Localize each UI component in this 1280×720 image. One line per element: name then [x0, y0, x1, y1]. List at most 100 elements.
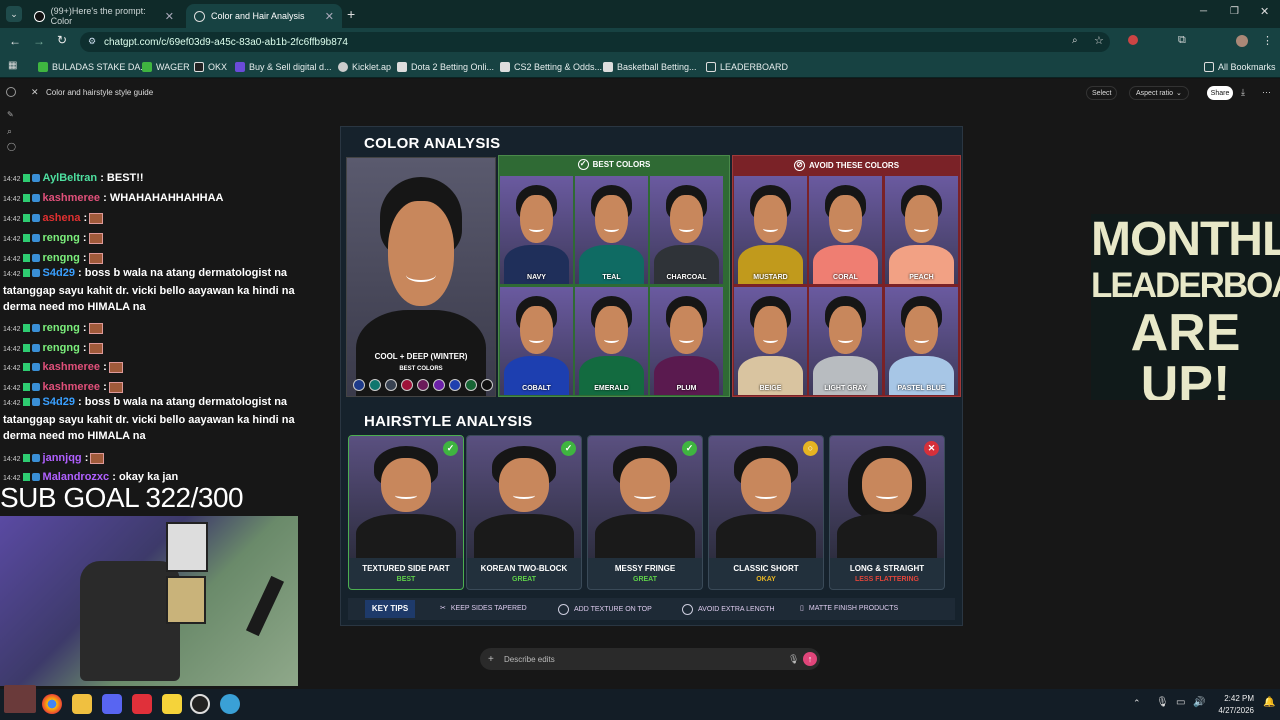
chat-username[interactable]: jannjqg — [43, 452, 82, 464]
chat-username[interactable]: kashmeree — [43, 361, 101, 373]
obs-icon[interactable] — [190, 694, 210, 714]
best-colors-label: BEST COLORS — [399, 366, 443, 372]
more-options-icon[interactable]: ⋯ — [1262, 87, 1271, 98]
bookmark-label: WAGER — [156, 62, 190, 72]
close-window-icon[interactable]: ✕ — [1260, 5, 1269, 18]
chrome-icon[interactable] — [42, 694, 62, 714]
chat-timestamp: 14:42 — [3, 400, 21, 407]
bookmark-item[interactable]: Dota 2 Betting Onli... — [397, 60, 494, 74]
bookmark-item[interactable]: BULADAS STAKE DA... — [38, 60, 148, 74]
face-shape — [595, 306, 628, 354]
neutral-icon: ○ — [803, 441, 818, 456]
color-tile: PLUM — [650, 287, 723, 395]
start-thumbnail[interactable] — [4, 685, 36, 713]
select-button[interactable]: Select — [1086, 86, 1118, 100]
tip-text: KEEP SIDES TAPERED — [450, 604, 527, 612]
chat-message: 14:42 S4d29 : boss b wala na atang dermat… — [3, 394, 301, 444]
profile-avatar[interactable] — [1236, 35, 1248, 47]
chat-username[interactable]: rengng — [43, 322, 80, 334]
volume-icon[interactable]: 🔊 — [1193, 697, 1205, 708]
chat-username[interactable]: AylBeltran — [43, 172, 98, 184]
mic-icon[interactable]: 🎙 — [788, 654, 799, 665]
network-icon[interactable]: ▭ — [1176, 697, 1185, 708]
taskbar-time[interactable]: 2:42 PM — [1214, 694, 1254, 703]
sidebar-toggle-icon[interactable] — [6, 87, 16, 97]
tab-search-button[interactable]: ⌄ — [6, 6, 22, 22]
minimize-icon[interactable]: ─ — [1200, 6, 1207, 17]
bookmark-item[interactable]: WAGER — [142, 60, 190, 74]
chat-username[interactable]: S4d29 — [43, 396, 75, 408]
back-icon[interactable]: ← — [9, 34, 21, 48]
chat-username[interactable]: S4d29 — [43, 267, 75, 279]
download-icon[interactable]: ⤓ — [1241, 87, 1245, 98]
mic-tray-icon[interactable]: 🎙 — [1156, 697, 1169, 708]
chat-username[interactable]: rengng — [43, 232, 80, 244]
face-shape — [388, 200, 454, 306]
bookmark-folder[interactable]: LEADERBOARD — [706, 60, 788, 74]
chat-username[interactable]: rengng — [43, 342, 80, 354]
maximize-icon[interactable]: ❐ — [1230, 6, 1239, 17]
apps-icon[interactable]: ▦ — [8, 60, 17, 71]
all-bookmarks[interactable]: All Bookmarks — [1204, 60, 1276, 74]
discord-icon[interactable] — [102, 694, 122, 714]
chat-message: 14:42 rengng : — [3, 322, 103, 334]
extension-icon[interactable] — [1128, 35, 1138, 45]
new-chat-icon[interactable]: ✎ — [7, 110, 14, 119]
zoom-icon[interactable]: ⌕ — [1072, 35, 1078, 46]
chat-bubble-icon[interactable]: ◯ — [7, 142, 16, 151]
bookmark-item[interactable]: CS2 Betting & Odds... — [500, 60, 602, 74]
reload-icon[interactable]: ↻ — [57, 33, 67, 47]
chat-message: 14:42 AylBeltran : BEST!! — [3, 172, 144, 184]
extensions-puzzle-icon[interactable]: ⧉ — [1178, 34, 1186, 47]
adobe-icon[interactable] — [132, 694, 152, 714]
forward-icon[interactable]: → — [33, 34, 45, 48]
close-tab-icon[interactable]: ✕ — [325, 10, 334, 23]
menu-icon[interactable]: ⋮ — [1262, 34, 1273, 47]
new-tab-button[interactable]: + — [347, 6, 355, 22]
sticky-notes-icon[interactable] — [162, 694, 182, 714]
chat-timestamp: 14:42 — [3, 456, 21, 463]
bookmark-star-icon[interactable]: ☆ — [1094, 34, 1104, 47]
aspect-ratio-dropdown[interactable]: Aspect ratio ⌄ — [1129, 86, 1189, 100]
color-name: PEACH — [909, 274, 934, 281]
bookmark-item[interactable]: Buy & Sell digital d... — [235, 60, 332, 74]
swatch-row — [353, 379, 493, 391]
kick-badge-icon — [22, 363, 30, 372]
face-shape — [754, 306, 787, 354]
file-explorer-icon[interactable] — [72, 694, 92, 714]
hairstyle-card: ✕ LONG & STRAIGHT LESS FLATTERING — [829, 435, 945, 590]
sub-badge-icon — [31, 214, 40, 223]
tray-chevron-icon[interactable]: ⌃ — [1133, 698, 1141, 709]
smile — [406, 267, 436, 282]
notification-icon[interactable]: 🔔 — [1263, 697, 1275, 708]
send-button[interactable]: ↑ — [803, 652, 817, 666]
chat-username[interactable]: ashena — [43, 212, 81, 224]
chat-username[interactable]: kashmeree — [43, 192, 101, 204]
tab-prompt[interactable]: (99+)Here's the prompt: Color ✕ — [26, 4, 182, 28]
bookmark-item[interactable]: OKX — [194, 60, 227, 74]
kick-badge-icon — [22, 454, 30, 463]
taskbar-date[interactable]: 4/27/2026 — [1208, 706, 1254, 715]
emote-icon — [108, 361, 123, 373]
color-swatch — [353, 379, 365, 391]
chat-username[interactable]: rengng — [43, 252, 80, 264]
share-button[interactable]: Share — [1207, 86, 1233, 100]
tab-color-hair[interactable]: Color and Hair Analysis ✕ — [186, 4, 342, 28]
chat-username[interactable]: kashmeree — [43, 381, 101, 393]
chat-text: : — [84, 452, 89, 464]
chat-text: : — [103, 381, 107, 393]
sub-badge-icon — [31, 194, 40, 203]
tab-title: (99+)Here's the prompt: Color — [50, 6, 146, 26]
bookmark-item[interactable]: Basketball Betting... — [603, 60, 697, 74]
close-canvas-icon[interactable]: ✕ — [31, 87, 39, 98]
hairstyle-name: TEXTURED SIDE PART — [362, 564, 450, 573]
describe-edits-input[interactable]: Describe edits — [480, 648, 820, 670]
search-icon[interactable]: ⌕ — [7, 126, 12, 137]
bookmark-label: LEADERBOARD — [720, 62, 789, 72]
close-tab-icon[interactable]: ✕ — [165, 10, 174, 23]
site-info-icon[interactable]: ⚙ — [88, 36, 96, 47]
app-icon[interactable] — [220, 694, 240, 714]
add-icon[interactable]: + — [488, 654, 494, 665]
bookmark-item[interactable]: Kicklet.ap — [338, 60, 391, 74]
address-bar[interactable]: chatgpt.com/c/69ef03d9-a45c-83a0-ab1b-2f… — [80, 32, 1110, 52]
